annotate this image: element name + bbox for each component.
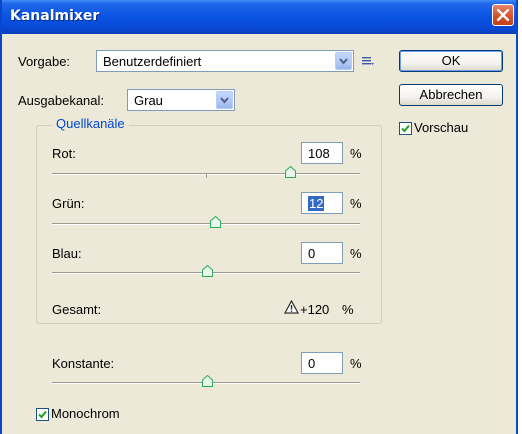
preset-select[interactable]: Benutzerdefiniert — [96, 50, 354, 72]
cancel-button[interactable]: Abbrechen — [399, 84, 503, 106]
red-percent: % — [350, 146, 362, 161]
close-icon — [497, 9, 509, 21]
channel-mixer-dialog: Kanalmixer Vorgabe: Benutzerdefiniert Au… — [0, 0, 518, 434]
warning-icon — [284, 300, 299, 314]
blue-value: 0 — [308, 246, 316, 261]
red-value: 108 — [308, 146, 330, 161]
title-bar[interactable]: Kanalmixer — [2, 0, 516, 34]
preset-label: Vorgabe: — [18, 54, 71, 69]
constant-value: 0 — [308, 356, 316, 371]
blue-label: Blau: — [52, 246, 82, 261]
ok-button[interactable]: OK — [399, 50, 503, 72]
green-percent: % — [350, 196, 362, 211]
dropdown-arrow-icon — [220, 97, 229, 104]
preset-menu-button[interactable] — [361, 53, 375, 67]
constant-value-field[interactable]: 0 — [301, 352, 343, 374]
constant-percent: % — [350, 356, 362, 371]
monochrome-checkbox[interactable] — [36, 408, 49, 421]
monochrome-label[interactable]: Monochrom — [51, 406, 120, 421]
green-slider-track[interactable] — [52, 223, 360, 225]
window-title: Kanalmixer — [10, 8, 100, 24]
preview-checkbox[interactable] — [399, 122, 412, 135]
preview-label[interactable]: Vorschau — [414, 120, 468, 135]
output-channel-select[interactable]: Grau — [127, 89, 235, 111]
green-value-field[interactable]: 12 — [301, 192, 343, 214]
blue-slider-thumb[interactable] — [202, 265, 213, 277]
output-channel-label: Ausgabekanal: — [18, 93, 105, 108]
green-slider-thumb[interactable] — [210, 216, 221, 228]
red-value-field[interactable]: 108 — [301, 142, 343, 164]
preset-menu-icon — [362, 57, 374, 65]
red-slider-thumb[interactable] — [285, 166, 296, 178]
source-channels-legend: Quellkanäle — [52, 116, 129, 131]
output-channel-dropdown-button[interactable] — [216, 91, 233, 109]
preset-dropdown-button[interactable] — [335, 52, 352, 70]
check-icon — [401, 124, 410, 133]
blue-value-field[interactable]: 0 — [301, 242, 343, 264]
red-label: Rot: — [52, 146, 76, 161]
output-channel-value: Grau — [134, 93, 163, 108]
red-center-tick — [206, 174, 207, 178]
total-value: +120 — [300, 302, 330, 317]
constant-label: Konstante: — [52, 356, 115, 371]
constant-slider-thumb[interactable] — [202, 375, 213, 387]
close-button[interactable] — [492, 4, 514, 26]
preset-value: Benutzerdefiniert — [103, 54, 202, 69]
green-value: 12 — [308, 196, 325, 211]
dropdown-arrow-icon — [339, 58, 348, 65]
blue-percent: % — [350, 246, 362, 261]
total-unit: % — [342, 302, 354, 317]
green-label: Grün: — [52, 196, 85, 211]
check-icon — [38, 410, 47, 419]
total-label: Gesamt: — [52, 302, 102, 317]
